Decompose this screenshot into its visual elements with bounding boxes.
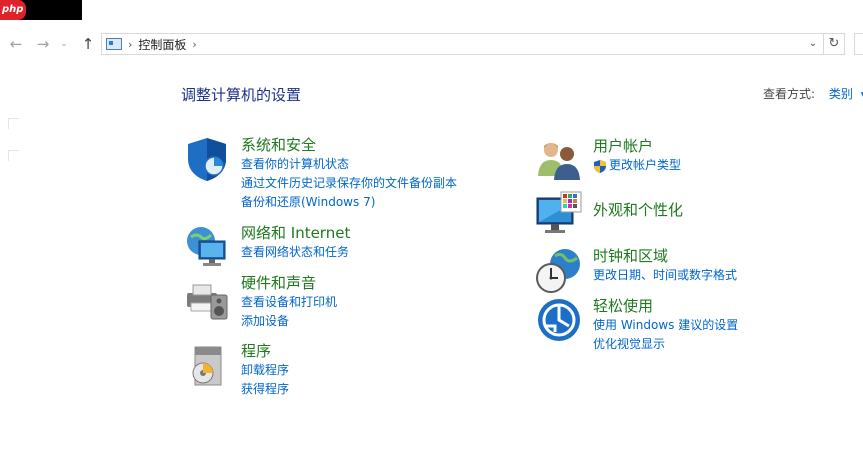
arrow-left-icon: ← xyxy=(9,35,23,53)
link-windows-recommended-settings[interactable]: 使用 Windows 建议的设置 xyxy=(593,316,738,335)
link-file-history[interactable]: 通过文件历史记录保存你的文件备份副本 xyxy=(241,174,457,193)
link-change-account-type-label[interactable]: 更改帐户类型 xyxy=(609,156,681,175)
monitor-palette-icon[interactable] xyxy=(535,190,583,238)
chevron-down-icon: ⌄ xyxy=(808,38,818,49)
link-optimize-visual-display[interactable]: 优化视觉显示 xyxy=(593,335,738,354)
left-pane-mark xyxy=(8,118,19,129)
category-appearance: 外观和个性化 xyxy=(535,190,683,238)
breadcrumb-separator[interactable]: › xyxy=(128,38,132,51)
link-view-computer-status[interactable]: 查看你的计算机状态 xyxy=(241,155,457,174)
breadcrumb-trailing-separator[interactable]: › xyxy=(192,38,196,51)
clock-globe-icon[interactable] xyxy=(535,246,583,294)
arrow-up-icon: ↑ xyxy=(81,35,95,53)
category-system-security: 系统和安全 查看你的计算机状态 通过文件历史记录保存你的文件备份副本 备份和还原… xyxy=(183,135,457,212)
breadcrumb-control-panel[interactable]: 控制面板 xyxy=(138,36,186,53)
category-title-hardware-sound[interactable]: 硬件和声音 xyxy=(241,273,337,293)
category-title-system-security[interactable]: 系统和安全 xyxy=(241,135,457,155)
category-user-accounts: 用户帐户 更改帐户类型 xyxy=(535,136,681,184)
view-by: 查看方式: 类别 ▼ xyxy=(763,85,863,102)
back-button[interactable]: ← xyxy=(6,34,26,54)
forward-button[interactable]: → xyxy=(33,34,53,54)
refresh-button[interactable]: ↻ xyxy=(824,33,845,55)
category-title-user-accounts[interactable]: 用户帐户 xyxy=(593,136,681,156)
link-add-device[interactable]: 添加设备 xyxy=(241,312,337,331)
link-network-status[interactable]: 查看网络状态和任务 xyxy=(241,243,350,262)
category-hardware-sound: 硬件和声音 查看设备和打印机 添加设备 xyxy=(183,273,337,331)
link-change-date-time-format[interactable]: 更改日期、时间或数字格式 xyxy=(593,266,737,285)
ease-of-access-icon[interactable] xyxy=(535,296,583,344)
category-ease-of-access: 轻松使用 使用 Windows 建议的设置 优化视觉显示 xyxy=(535,296,738,354)
network-globe-icon[interactable] xyxy=(183,223,231,271)
search-input[interactable] xyxy=(854,33,863,55)
link-change-account-type[interactable]: 更改帐户类型 xyxy=(593,156,681,175)
watermark-logo: php xyxy=(0,0,82,20)
view-by-dropdown[interactable]: 类别 xyxy=(829,87,853,101)
address-dropdown-button[interactable]: ⌄ xyxy=(805,36,821,52)
view-by-label: 查看方式: xyxy=(763,87,816,101)
category-title-network-internet[interactable]: 网络和 Internet xyxy=(241,223,350,243)
category-clock-region: 时钟和区域 更改日期、时间或数字格式 xyxy=(535,246,737,294)
control-panel-icon xyxy=(106,38,122,50)
arrow-right-icon: → xyxy=(36,35,50,53)
category-title-clock-region[interactable]: 时钟和区域 xyxy=(593,246,737,266)
link-get-programs[interactable]: 获得程序 xyxy=(241,380,289,399)
shield-icon[interactable] xyxy=(183,135,231,183)
link-devices-printers[interactable]: 查看设备和打印机 xyxy=(241,293,337,312)
link-backup-restore[interactable]: 备份和还原(Windows 7) xyxy=(241,193,457,212)
recent-locations-button[interactable]: ⌄ xyxy=(58,34,70,54)
up-button[interactable]: ↑ xyxy=(78,34,98,54)
category-network-internet: 网络和 Internet 查看网络状态和任务 xyxy=(183,223,350,271)
refresh-icon: ↻ xyxy=(828,36,840,51)
category-programs: 程序 卸载程序 获得程序 xyxy=(183,341,289,399)
page-title: 调整计算机的设置 xyxy=(181,86,302,104)
category-title-ease-of-access[interactable]: 轻松使用 xyxy=(593,296,738,316)
watermark-label: php xyxy=(0,0,27,20)
left-pane-mark xyxy=(8,150,19,161)
category-title-programs[interactable]: 程序 xyxy=(241,341,289,361)
programs-disc-icon[interactable] xyxy=(183,341,231,389)
printer-speaker-icon[interactable] xyxy=(183,273,231,321)
chevron-down-icon: ⌄ xyxy=(60,39,68,49)
category-title-appearance[interactable]: 外观和个性化 xyxy=(593,200,683,220)
users-icon[interactable] xyxy=(535,136,583,184)
uac-shield-icon xyxy=(594,159,606,173)
link-uninstall-program[interactable]: 卸载程序 xyxy=(241,361,289,380)
address-bar[interactable]: › 控制面板 › ⌄ xyxy=(101,33,824,55)
